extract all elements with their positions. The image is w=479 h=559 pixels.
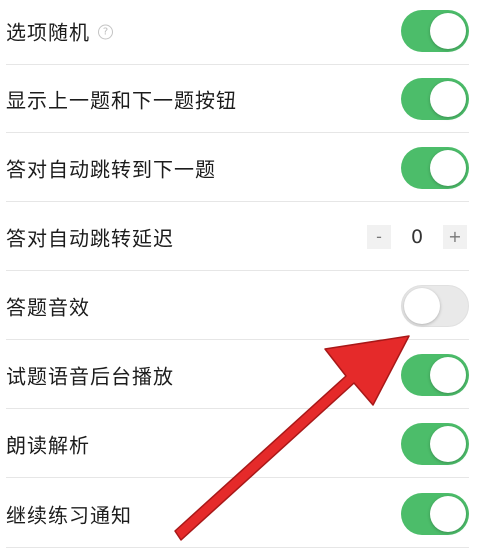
divider	[6, 547, 469, 548]
toggle-knob	[430, 81, 466, 117]
stepper-value: 0	[410, 226, 424, 248]
toggle-switch-off[interactable]	[401, 285, 469, 327]
divider	[6, 477, 469, 478]
toggle-knob	[430, 496, 466, 532]
toggle-knob	[404, 288, 440, 324]
setting-label: 选项随机	[6, 20, 90, 45]
decrement-button[interactable]: -	[367, 225, 391, 249]
setting-label: 朗读解析	[6, 433, 90, 458]
setting-row-continue-notify: 继续练习通知	[0, 480, 479, 548]
setting-label: 答对自动跳转到下一题	[6, 157, 216, 182]
question-circle-icon[interactable]: ?	[98, 24, 113, 40]
setting-row-answer-sound: 答题音效	[0, 272, 479, 340]
setting-label: 试题语音后台播放	[6, 364, 174, 389]
toggle-switch-on[interactable]	[401, 10, 469, 52]
toggle-switch-on[interactable]	[401, 354, 469, 396]
setting-row-bg-voice: 试题语音后台播放	[0, 341, 479, 409]
toggle-knob	[430, 150, 466, 186]
setting-row-option-random: 选项随机?	[0, 0, 479, 65]
increment-button[interactable]: +	[443, 225, 467, 249]
toggle-knob	[430, 357, 466, 393]
toggle-switch-on[interactable]	[401, 147, 469, 189]
toggle-switch-on[interactable]	[401, 493, 469, 535]
setting-row-auto-jump: 答对自动跳转到下一题	[0, 134, 479, 202]
toggle-switch-on[interactable]	[401, 78, 469, 120]
divider	[6, 132, 469, 133]
divider	[6, 339, 469, 340]
setting-row-show-prev-next: 显示上一题和下一题按钮	[0, 65, 479, 133]
toggle-knob	[430, 13, 466, 49]
toggle-knob	[430, 426, 466, 462]
divider	[6, 408, 469, 409]
setting-row-auto-jump-delay: 答对自动跳转延迟 - 0 +	[0, 203, 479, 271]
delay-stepper: - 0 +	[367, 223, 467, 251]
setting-label: 继续练习通知	[6, 503, 132, 528]
toggle-switch-on[interactable]	[401, 423, 469, 465]
setting-label: 答题音效	[6, 295, 90, 320]
setting-label: 答对自动跳转延迟	[6, 226, 174, 251]
divider	[6, 270, 469, 271]
setting-label: 显示上一题和下一题按钮	[6, 88, 237, 113]
setting-row-read-analysis: 朗读解析	[0, 410, 479, 478]
divider	[6, 201, 469, 202]
